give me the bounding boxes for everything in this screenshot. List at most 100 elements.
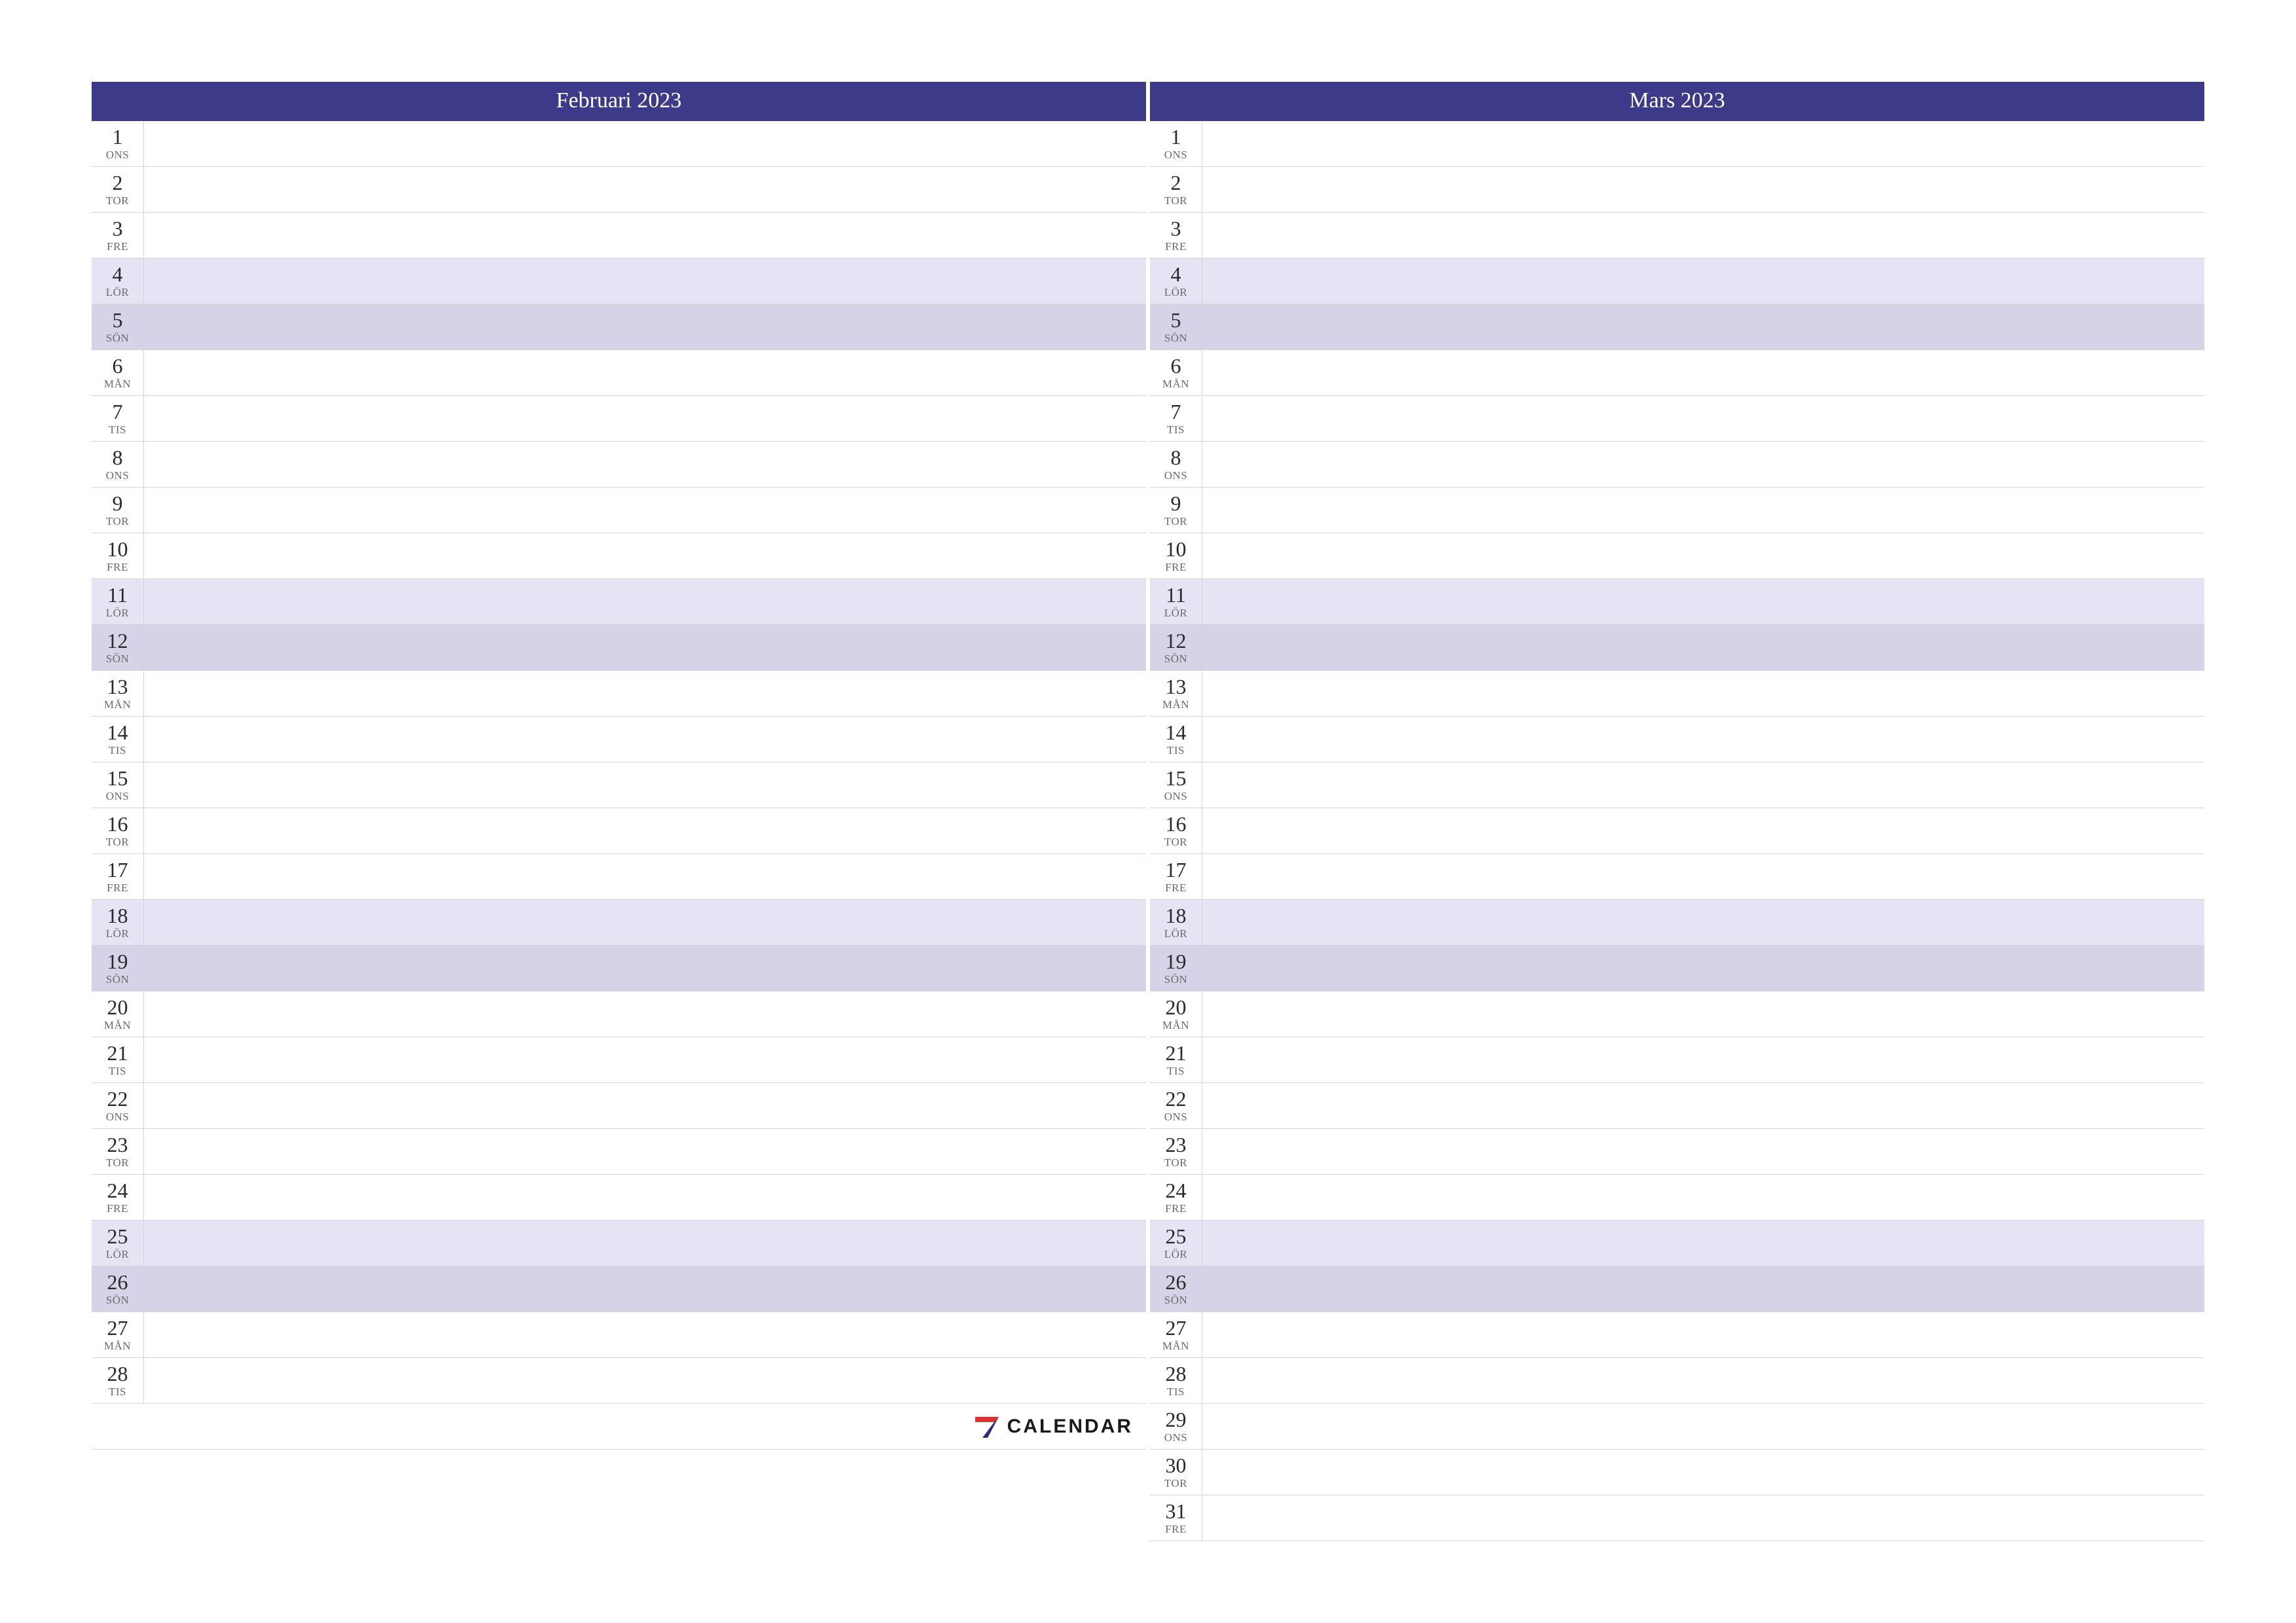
weekday-label: TIS xyxy=(109,1385,126,1399)
day-number: 31 xyxy=(1166,1501,1187,1522)
day-notes-area xyxy=(144,1037,1146,1082)
day-number: 6 xyxy=(113,355,123,376)
day-row: 5SÖN xyxy=(92,304,1146,350)
day-label: 27MÅN xyxy=(1150,1312,1202,1357)
day-notes-area xyxy=(144,213,1146,258)
day-notes-area xyxy=(1202,533,2204,579)
day-number: 10 xyxy=(1166,539,1187,560)
day-row: 24FRE xyxy=(92,1175,1146,1221)
weekday-label: ONS xyxy=(106,149,130,162)
month-column-march: Mars 2023 1ONS2TOR3FRE4LÖR5SÖN6MÅN7TIS8O… xyxy=(1150,82,2204,1541)
day-number: 7 xyxy=(1171,401,1181,422)
weekday-label: TOR xyxy=(106,1156,129,1169)
day-label: 2TOR xyxy=(92,167,144,212)
weekday-label: TIS xyxy=(109,423,126,437)
day-number: 13 xyxy=(107,676,128,697)
weekday-label: MÅN xyxy=(104,1019,131,1032)
day-label: 18LÖR xyxy=(92,900,144,945)
day-label: 20MÅN xyxy=(92,991,144,1037)
day-notes-area xyxy=(1202,167,2204,212)
day-list: 1ONS2TOR3FRE4LÖR5SÖN6MÅN7TIS8ONS9TOR10FR… xyxy=(1150,121,2204,1541)
day-row: 19SÖN xyxy=(92,946,1146,991)
day-number: 30 xyxy=(1166,1455,1187,1476)
day-number: 8 xyxy=(113,447,123,468)
day-label: 2TOR xyxy=(1150,167,1202,212)
day-row: 1ONS xyxy=(92,121,1146,167)
day-notes-area xyxy=(1202,1083,2204,1128)
day-row: 12SÖN xyxy=(92,625,1146,671)
day-label: 10FRE xyxy=(1150,533,1202,579)
day-label: 17FRE xyxy=(1150,854,1202,899)
weekday-label: FRE xyxy=(1165,561,1187,574)
day-row: 11LÖR xyxy=(1150,579,2204,625)
weekday-label: TOR xyxy=(1164,1477,1187,1490)
day-number: 22 xyxy=(107,1088,128,1109)
day-label: 19SÖN xyxy=(92,946,144,991)
weekday-label: MÅN xyxy=(104,698,131,711)
day-row: 21TIS xyxy=(1150,1037,2204,1083)
day-label: 14TIS xyxy=(1150,717,1202,762)
day-label: 23TOR xyxy=(1150,1129,1202,1174)
day-notes-area xyxy=(144,854,1146,899)
day-label: 28TIS xyxy=(92,1358,144,1403)
day-label: 12SÖN xyxy=(1150,625,1202,670)
weekday-label: FRE xyxy=(107,240,128,253)
day-label: 15ONS xyxy=(1150,762,1202,808)
month-header: Februari 2023 xyxy=(92,82,1146,121)
day-number: 24 xyxy=(1166,1180,1187,1201)
day-row: 22ONS xyxy=(92,1083,1146,1129)
month-columns: Februari 2023 1ONS2TOR3FRE4LÖR5SÖN6MÅN7T… xyxy=(92,82,2204,1541)
day-number: 25 xyxy=(1166,1226,1187,1247)
day-row: 2TOR xyxy=(1150,167,2204,213)
weekday-label: SÖN xyxy=(106,973,130,986)
day-notes-area xyxy=(144,991,1146,1037)
day-label: 21TIS xyxy=(92,1037,144,1082)
weekday-label: FRE xyxy=(1165,1202,1187,1215)
day-label: 12SÖN xyxy=(92,625,144,670)
weekday-label: TIS xyxy=(1167,744,1185,757)
day-number: 20 xyxy=(1166,997,1187,1018)
day-label: 21TIS xyxy=(1150,1037,1202,1082)
day-notes-area xyxy=(144,304,1146,349)
day-notes-area xyxy=(144,533,1146,579)
day-notes-area xyxy=(1202,1404,2204,1449)
day-label: 24FRE xyxy=(1150,1175,1202,1220)
day-label: 9TOR xyxy=(92,488,144,533)
day-label: 20MÅN xyxy=(1150,991,1202,1037)
weekday-label: SÖN xyxy=(1164,332,1188,345)
day-label: 4LÖR xyxy=(1150,259,1202,304)
day-notes-area xyxy=(144,259,1146,304)
weekday-label: MÅN xyxy=(1162,378,1189,391)
day-notes-area xyxy=(144,1312,1146,1357)
day-row: 31FRE xyxy=(1150,1495,2204,1541)
day-label: 31FRE xyxy=(1150,1495,1202,1541)
day-notes-area xyxy=(144,946,1146,991)
day-row: 20MÅN xyxy=(1150,991,2204,1037)
day-notes-area xyxy=(1202,1266,2204,1311)
day-row: 14TIS xyxy=(1150,717,2204,762)
day-row: 17FRE xyxy=(1150,854,2204,900)
brand: CALENDAR xyxy=(973,1413,1133,1440)
day-label: 29ONS xyxy=(1150,1404,1202,1449)
weekday-label: TIS xyxy=(1167,1385,1185,1399)
day-row: 12SÖN xyxy=(1150,625,2204,671)
day-row: 5SÖN xyxy=(1150,304,2204,350)
day-number: 23 xyxy=(107,1134,128,1155)
day-label: 28TIS xyxy=(1150,1358,1202,1403)
weekday-label: FRE xyxy=(107,882,128,895)
day-number: 16 xyxy=(107,813,128,834)
day-notes-area xyxy=(1202,1129,2204,1174)
day-number: 2 xyxy=(113,172,123,193)
day-notes-area xyxy=(1202,259,2204,304)
day-number: 11 xyxy=(107,584,128,605)
weekday-label: SÖN xyxy=(1164,1294,1188,1307)
day-row: 1ONS xyxy=(1150,121,2204,167)
day-row: 23TOR xyxy=(92,1129,1146,1175)
day-notes-area xyxy=(1202,1312,2204,1357)
day-label: 16TOR xyxy=(92,808,144,853)
day-label: 5SÖN xyxy=(1150,304,1202,349)
day-number: 21 xyxy=(1166,1043,1187,1063)
day-number: 8 xyxy=(1171,447,1181,468)
day-label: 1ONS xyxy=(92,121,144,166)
day-label: 9TOR xyxy=(1150,488,1202,533)
